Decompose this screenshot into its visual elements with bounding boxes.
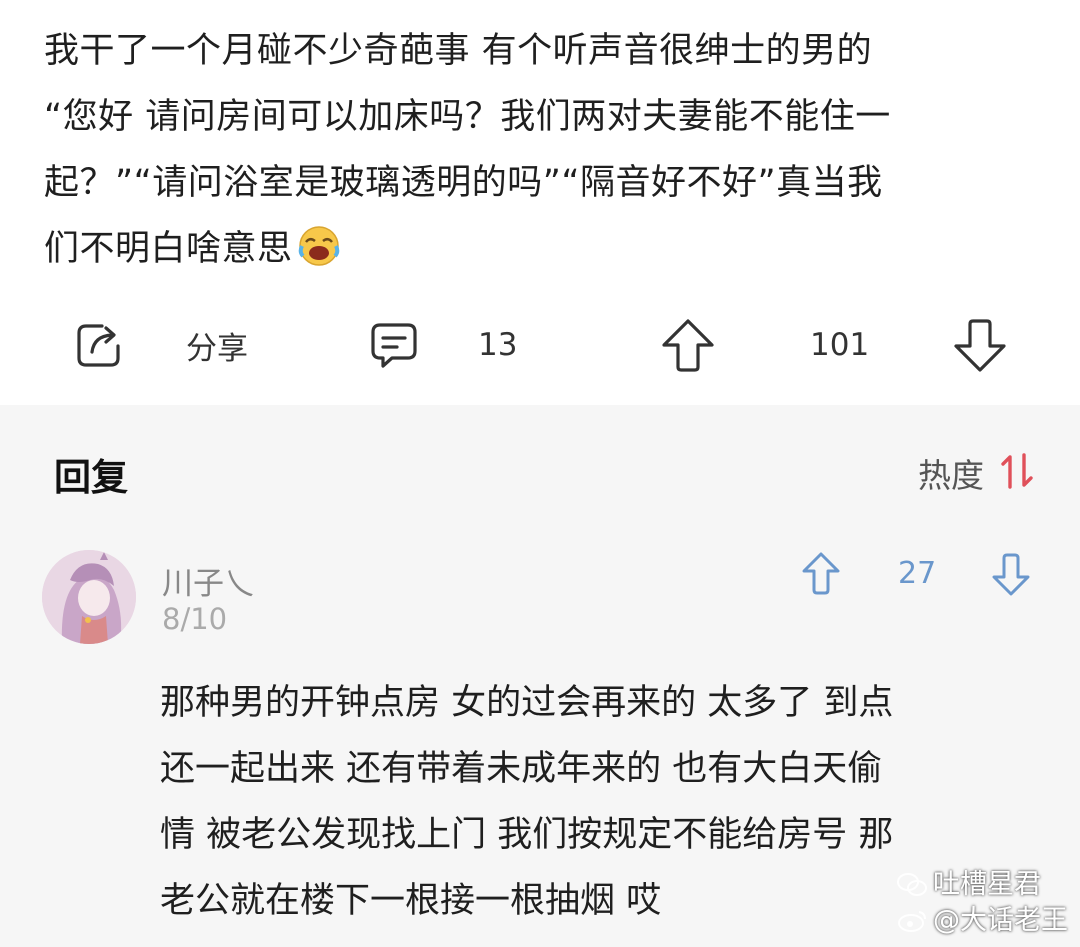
share-icon bbox=[72, 318, 126, 372]
downvote-arrow-icon bbox=[990, 550, 1032, 602]
laughing-crying-emoji-icon bbox=[297, 224, 341, 268]
avatar[interactable] bbox=[42, 550, 136, 644]
watermark: 吐槽星君 @大话老王 bbox=[897, 867, 1068, 939]
watermark-line2: @大话老王 bbox=[933, 905, 1068, 936]
upvote-count: 101 bbox=[810, 327, 870, 363]
wechat-icon bbox=[897, 872, 927, 898]
post-line: 们不明白啥意思 bbox=[44, 216, 1044, 282]
post-card: 我干了一个月碰不少奇葩事 有个听声音很绅士的男的 “您好 请问房间可以加床吗？我… bbox=[0, 0, 1080, 405]
comment-upvote-button[interactable] bbox=[800, 550, 842, 602]
upvote-arrow-icon bbox=[800, 550, 842, 602]
share-label-wrap[interactable]: 分享 bbox=[186, 310, 248, 380]
comment-count-wrap: 13 bbox=[478, 310, 517, 380]
comment-line: 还一起出来 还有带着未成年来的 也有大白天偷 bbox=[160, 749, 883, 789]
comment-downvote-button[interactable] bbox=[990, 550, 1032, 602]
downvote-arrow-icon bbox=[950, 315, 1010, 375]
replies-title: 回复 bbox=[54, 456, 128, 499]
downvote-button[interactable] bbox=[950, 310, 1010, 380]
post-body: 我干了一个月碰不少奇葩事 有个听声音很绅士的男的 “您好 请问房间可以加床吗？我… bbox=[44, 18, 1044, 282]
comment-line: 情 被老公发现找上门 我们按规定不能给房号 那 bbox=[160, 815, 894, 855]
watermark-line1: 吐槽星君 bbox=[933, 869, 1041, 900]
watermark-row-1: 吐槽星君 bbox=[897, 867, 1041, 903]
upvote-count-wrap: 101 bbox=[810, 310, 869, 380]
upvote-button[interactable] bbox=[658, 310, 718, 380]
sort-toggle[interactable]: 热度 bbox=[918, 449, 1034, 497]
upvote-arrow-icon bbox=[658, 315, 718, 375]
comment-vote-count-wrap: 27 bbox=[898, 556, 936, 591]
watermark-row-2: @大话老王 bbox=[897, 903, 1068, 939]
comment-vote-count: 27 bbox=[898, 556, 937, 591]
post-action-bar: 分享 13 101 bbox=[0, 310, 1080, 380]
post-line: “您好 请问房间可以加床吗？我们两对夫妻能不能住一 bbox=[44, 97, 891, 137]
comment-username[interactable]: 川子乀 bbox=[162, 558, 255, 603]
weibo-icon bbox=[897, 908, 927, 934]
replies-section: 回复 热度 川子乀 8/10 27 那种男的开钟点房 女的过会再来的 太多了 到… bbox=[0, 405, 1080, 947]
post-line: 我干了一个月碰不少奇葩事 有个听声音很绅士的男的 bbox=[44, 31, 873, 71]
post-line-text: 们不明白啥意思 bbox=[44, 229, 293, 269]
post-line: 起？”“请问浴室是玻璃透明的吗”“隔音好不好”真当我 bbox=[44, 163, 883, 203]
sort-arrows-icon bbox=[1000, 451, 1034, 495]
replies-header: 回复 热度 bbox=[0, 405, 1080, 530]
share-label: 分享 bbox=[186, 330, 248, 367]
comment-button[interactable] bbox=[366, 310, 422, 380]
comment-line: 那种男的开钟点房 女的过会再来的 太多了 到点 bbox=[160, 683, 894, 723]
comment-date: 8/10 bbox=[162, 602, 228, 636]
comment-icon bbox=[366, 317, 422, 373]
sort-label: 热度 bbox=[918, 456, 984, 495]
comment-count: 13 bbox=[478, 327, 518, 363]
share-button[interactable] bbox=[72, 310, 126, 380]
